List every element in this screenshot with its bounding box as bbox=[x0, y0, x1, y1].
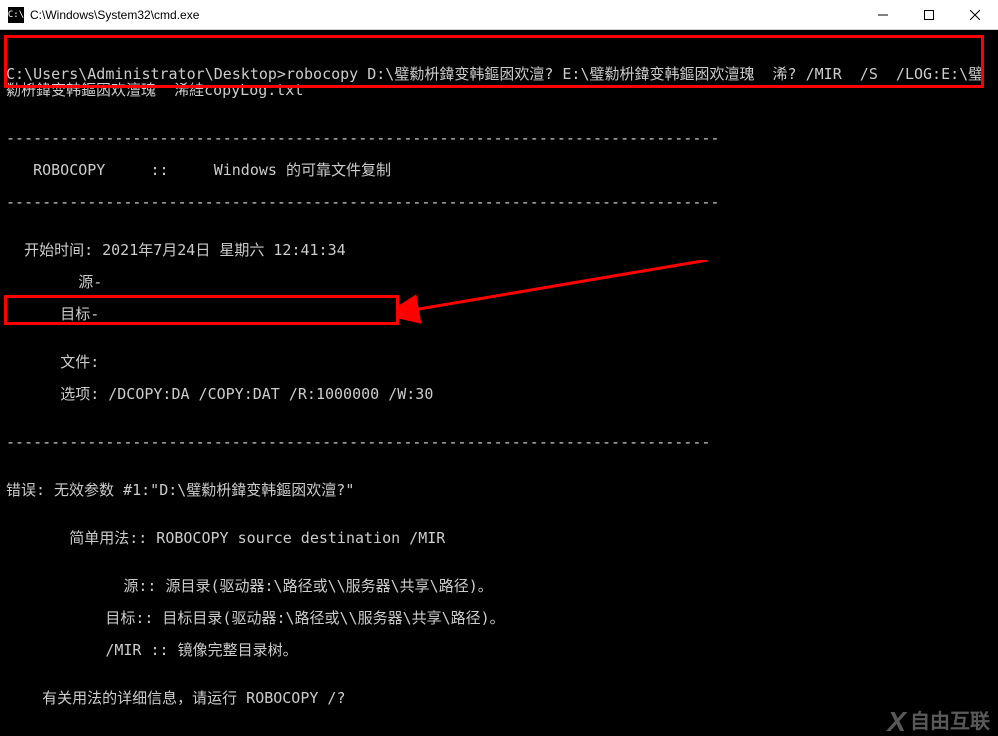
terminal-destination: 目标- bbox=[6, 306, 992, 322]
terminal-start-time: 开始时间: 2021年7月24日 星期六 12:41:34 bbox=[6, 242, 992, 258]
window-control-buttons bbox=[860, 0, 998, 29]
watermark-text: 自由互联 bbox=[910, 714, 990, 730]
terminal-error-line: 错误: 无效参数 #1:"D:\璧勬枡鍏变韩鏂囦欢澶?" bbox=[6, 482, 992, 498]
terminal-usage-source: 源:: 源目录(驱动器:\路径或\\服务器\共享\路径)。 bbox=[6, 578, 992, 594]
terminal-options: 选项: /DCOPY:DA /COPY:DAT /R:1000000 /W:30 bbox=[6, 386, 992, 402]
terminal-usage: 简单用法:: ROBOCOPY source destination /MIR bbox=[6, 530, 992, 546]
terminal-separator: ----------------------------------------… bbox=[6, 434, 992, 450]
cmd-icon-text: C:\ bbox=[8, 10, 24, 20]
minimize-icon bbox=[878, 10, 888, 20]
terminal-separator: ----------------------------------------… bbox=[6, 130, 992, 146]
terminal-header: ROBOCOPY :: Windows 的可靠文件复制 bbox=[6, 162, 992, 178]
watermark-logo: X bbox=[887, 714, 906, 730]
terminal-usage-mir: /MIR :: 镜像完整目录树。 bbox=[6, 642, 992, 658]
minimize-button[interactable] bbox=[860, 0, 906, 29]
terminal-command-line: C:\Users\Administrator\Desktop>robocopy … bbox=[6, 66, 992, 98]
terminal-files: 文件: bbox=[6, 354, 992, 370]
window-titlebar: C:\ C:\Windows\System32\cmd.exe bbox=[0, 0, 998, 30]
maximize-button[interactable] bbox=[906, 0, 952, 29]
terminal-separator: ----------------------------------------… bbox=[6, 194, 992, 210]
terminal-usage-dest: 目标:: 目标目录(驱动器:\路径或\\服务器\共享\路径)。 bbox=[6, 610, 992, 626]
window-title: C:\Windows\System32\cmd.exe bbox=[30, 8, 860, 22]
terminal-output[interactable]: C:\Users\Administrator\Desktop>robocopy … bbox=[0, 30, 998, 736]
close-icon bbox=[970, 10, 980, 20]
terminal-info: 有关用法的详细信息，请运行 ROBOCOPY /? bbox=[6, 690, 992, 706]
cmd-icon: C:\ bbox=[8, 7, 24, 23]
maximize-icon bbox=[924, 10, 934, 20]
watermark: X 自由互联 bbox=[887, 714, 990, 730]
terminal-source: 源- bbox=[6, 274, 992, 290]
close-button[interactable] bbox=[952, 0, 998, 29]
